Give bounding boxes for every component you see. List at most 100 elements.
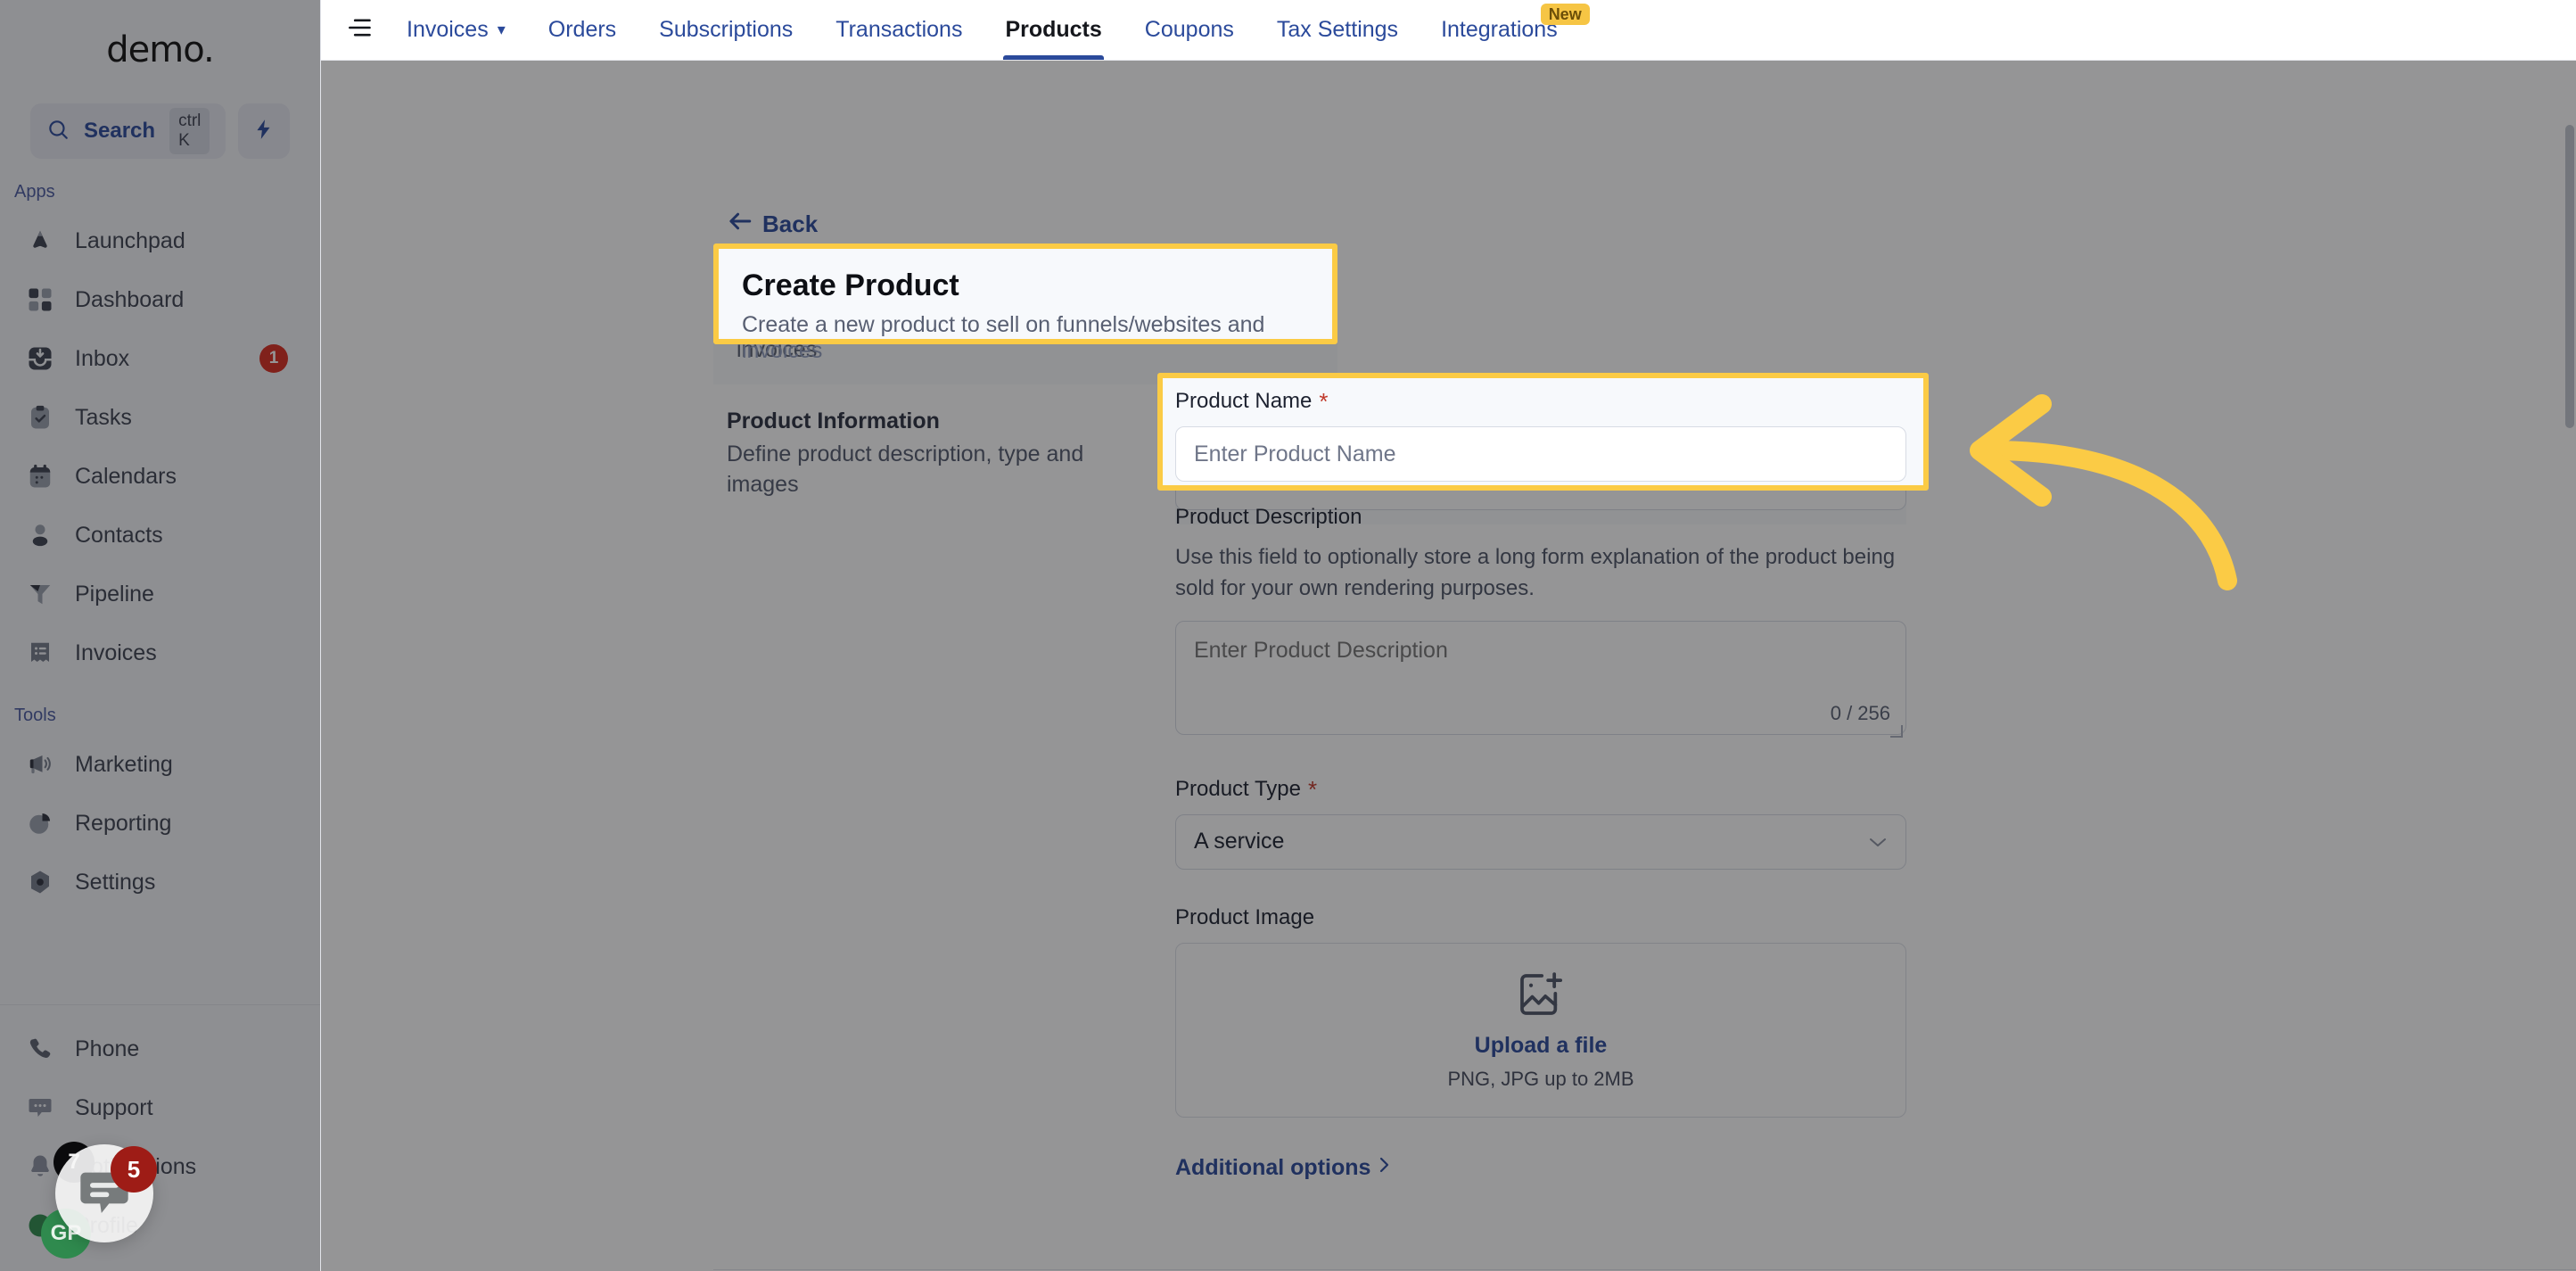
tab-label: Orders <box>547 17 617 42</box>
page-subtitle-highlighted: Create a new product to sell on funnels/… <box>742 312 1265 363</box>
additional-options-label: Additional options <box>1175 1154 1371 1180</box>
sidebar-item-label: Inbox <box>75 345 130 371</box>
sidebar-item-contacts[interactable]: Contacts <box>12 506 308 565</box>
product-name-label-highlighted: Product Name * <box>1175 389 1915 414</box>
sidebar-item-label: Contacts <box>75 522 163 548</box>
product-type-select[interactable]: A service <box>1175 813 1906 870</box>
chevron-right-icon <box>1378 1155 1390 1181</box>
collapse-menu-button[interactable] <box>335 0 385 60</box>
tab-label: Subscriptions <box>659 17 794 42</box>
product-type-selected-value: A service <box>1194 829 1285 854</box>
sidebar-item-invoices[interactable]: Invoices <box>12 623 308 682</box>
sidebar-item-support[interactable]: Support <box>12 1078 308 1137</box>
sidebar-item-tasks[interactable]: Tasks <box>12 388 308 447</box>
sidebar-item-pipeline[interactable]: Pipeline <box>12 565 308 623</box>
sidebar-item-label: Tasks <box>75 404 132 430</box>
bell-icon <box>25 1151 55 1182</box>
image-add-icon <box>1516 970 1566 1024</box>
sidebar-item-label: Calendars <box>75 463 177 489</box>
pipeline-funnel-icon <box>25 579 55 609</box>
tab-orders[interactable]: Orders <box>527 0 638 60</box>
tab-tax-settings[interactable]: Tax Settings <box>1255 0 1420 60</box>
resize-handle[interactable] <box>1890 724 1903 738</box>
sidebar-item-label: Support <box>75 1094 153 1120</box>
search-shortcut: ctrl K <box>169 108 210 154</box>
sidebar-item-calendars[interactable]: Calendars <box>12 447 308 506</box>
sidebar: demo. Search ctrl K Apps Launchpad Dashb… <box>0 0 321 1271</box>
tab-label: Coupons <box>1144 17 1234 42</box>
additional-options-link[interactable]: Additional options <box>1175 1155 1906 1181</box>
app-root: demo. Search ctrl K Apps Launchpad Dashb… <box>0 0 2576 1271</box>
product-description-block: Product Description Use this field to op… <box>1175 505 1906 739</box>
tab-products[interactable]: Products <box>983 0 1123 60</box>
sidebar-item-label: Marketing <box>75 751 173 777</box>
sidebar-item-inbox[interactable]: Inbox 1 <box>12 329 308 388</box>
highlighted-page-header: Create Product Create a new product to s… <box>719 249 1332 363</box>
status-badge: 1 <box>259 344 288 373</box>
tab-label: Invoices <box>407 17 489 42</box>
arrow-left-icon <box>727 210 753 238</box>
highlighted-product-name-field: Product Name * <box>1175 389 1915 482</box>
sidebar-item-dashboard[interactable]: Dashboard <box>12 270 308 329</box>
upload-hint: PNG, JPG up to 2MB <box>1447 1067 1634 1090</box>
search-icon <box>46 118 70 145</box>
brand-logo: demo. <box>106 29 214 70</box>
tab-subscriptions[interactable]: Subscriptions <box>638 0 814 60</box>
product-form-column: Product Description Use this field to op… <box>1175 505 1906 1181</box>
required-marker: * <box>1319 388 1329 415</box>
product-name-input-highlighted[interactable] <box>1175 426 1906 482</box>
label-text: Product Name <box>1175 389 1313 413</box>
product-description-help: Use this field to optionally store a lon… <box>1175 545 1896 600</box>
page-content: Back Create Product Create a new product… <box>321 61 2576 1271</box>
tab-invoices[interactable]: Invoices ▾ <box>385 0 527 60</box>
inbox-icon <box>25 343 55 374</box>
gear-icon <box>25 867 55 897</box>
section-title: Product Information <box>727 409 940 433</box>
product-image-dropzone[interactable]: Upload a file PNG, JPG up to 2MB <box>1175 942 1906 1118</box>
sidebar-item-launchpad[interactable]: Launchpad <box>12 211 308 270</box>
contacts-person-icon <box>25 520 55 550</box>
product-description-textarea[interactable] <box>1175 620 1906 735</box>
sidebar-item-settings[interactable]: Settings <box>12 853 308 912</box>
lightning-bolt-icon <box>252 116 276 147</box>
search-label: Search <box>84 119 156 143</box>
tabs-list: Invoices ▾ Orders Subscriptions Transact… <box>385 0 1590 60</box>
product-description-wrap: 0 / 256 <box>1175 620 1906 739</box>
phone-icon <box>25 1034 55 1064</box>
product-type-label: Product Type * <box>1175 777 1906 802</box>
product-image-block: Product Image Upload a file PNG, JPG up … <box>1175 905 1906 1118</box>
support-chat-icon <box>25 1093 55 1123</box>
launchpad-icon <box>25 226 55 256</box>
sidebar-section-tools-title: Tools <box>14 706 56 725</box>
sidebar-item-label: Dashboard <box>75 286 185 312</box>
vertical-scrollbar[interactable] <box>2565 125 2574 1267</box>
sidebar-item-label: Pipeline <box>75 581 154 607</box>
back-button[interactable]: Back <box>727 210 818 238</box>
upload-file-link[interactable]: Upload a file <box>1475 1033 1608 1059</box>
tab-label: Tax Settings <box>1276 17 1399 42</box>
sidebar-item-label: Invoices <box>75 640 157 665</box>
search-input[interactable]: Search ctrl K <box>30 103 226 159</box>
tab-transactions[interactable]: Transactions <box>814 0 983 60</box>
required-marker: * <box>1307 775 1318 803</box>
sidebar-item-phone[interactable]: Phone <box>12 1019 308 1078</box>
sidebar-item-label: Settings <box>75 869 156 895</box>
section-divider <box>713 1269 2576 1270</box>
calendar-icon <box>25 461 55 491</box>
product-description-label: Product Description <box>1175 505 1362 529</box>
section-description: Define product description, type and ima… <box>727 442 1084 497</box>
tab-coupons[interactable]: Coupons <box>1123 0 1255 60</box>
page-title-highlighted: Create Product <box>742 268 959 302</box>
pie-chart-icon <box>25 808 55 838</box>
chat-widget-button[interactable]: 5 <box>55 1144 157 1242</box>
sidebar-item-marketing[interactable]: Marketing <box>12 735 308 794</box>
collapse-menu-icon <box>348 17 373 43</box>
chevron-down-icon <box>1868 830 1888 854</box>
quick-action-button[interactable] <box>238 103 290 159</box>
scrollbar-thumb[interactable] <box>2565 125 2574 428</box>
back-label: Back <box>762 210 819 237</box>
tab-integrations-wrapper: Integrations New <box>1420 0 1590 60</box>
sidebar-item-reporting[interactable]: Reporting <box>12 794 308 853</box>
sidebar-item-label: Launchpad <box>75 227 185 253</box>
